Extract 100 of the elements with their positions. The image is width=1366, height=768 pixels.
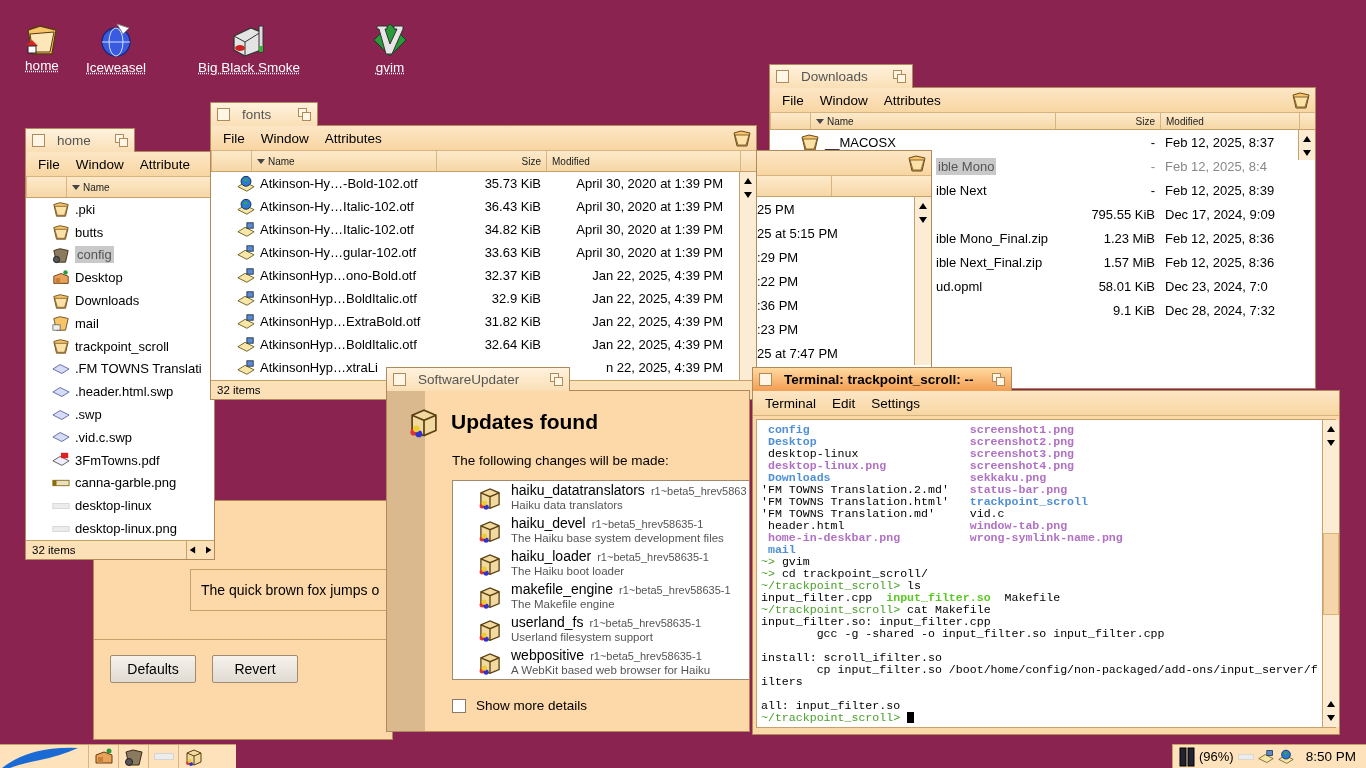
close-button[interactable] xyxy=(32,134,45,147)
modified-date: Dec 23, 2024, 7:0 xyxy=(1164,278,1269,294)
close-button[interactable] xyxy=(759,373,772,386)
menu-item[interactable]: Edit xyxy=(824,395,864,411)
scrollbar[interactable] xyxy=(1321,420,1339,727)
column-header[interactable]: Size xyxy=(436,151,546,171)
zoom-button[interactable] xyxy=(298,108,311,121)
column-header[interactable]: Size xyxy=(1055,113,1160,129)
desktop-icon-label[interactable]: Iceweasel xyxy=(86,60,147,75)
checkbox[interactable] xyxy=(452,698,466,713)
file-name[interactable]: Desktop xyxy=(75,270,123,286)
home-folder-icon[interactable] xyxy=(24,22,60,56)
zoom-button[interactable] xyxy=(550,373,563,386)
v-logo-icon[interactable] xyxy=(372,22,408,58)
window-tab[interactable]: SoftwareUpdater xyxy=(386,367,570,391)
menu-item[interactable]: File xyxy=(774,92,812,108)
file-name[interactable]: .swp xyxy=(75,407,102,423)
file-name[interactable]: ible Mono_Final.zip xyxy=(936,230,1048,246)
file-name[interactable]: AtkinsonHyp…BoldItalic.otf xyxy=(260,337,417,352)
window-tab[interactable]: home xyxy=(25,128,135,152)
modified-date: April 30, 2020 at 1:39 PM xyxy=(575,245,724,260)
desktop-icon-label[interactable]: gvim xyxy=(375,60,405,75)
desktop-icon-label[interactable]: home xyxy=(25,58,59,73)
package-name[interactable]: userland_fs r1~beta5_hrev58635-1 xyxy=(511,615,701,630)
file-name[interactable]: 3FmTowns.pdf xyxy=(75,452,160,468)
column-header[interactable]: Name xyxy=(251,151,436,171)
modified-date: Feb 12, 2025, 8:39 xyxy=(1164,182,1276,198)
menu-item[interactable]: File xyxy=(215,130,253,146)
file-name[interactable]: trackpoint_scroll xyxy=(75,338,169,354)
menu-item[interactable]: Attributes xyxy=(316,130,390,146)
scrollbar[interactable] xyxy=(739,172,756,380)
menu-item[interactable]: Window xyxy=(67,156,132,172)
menu-item[interactable]: Terminal xyxy=(757,395,824,411)
clock[interactable]: 8:50 PM xyxy=(1305,749,1356,764)
menu-item[interactable]: Window xyxy=(811,92,876,108)
scrollbar[interactable] xyxy=(914,197,931,365)
push-button[interactable]: Revert xyxy=(212,655,298,683)
file-name[interactable]: desktop-linux.png xyxy=(75,521,177,537)
file-name[interactable]: AtkinsonHyp…xtraLi xyxy=(260,360,378,375)
column-header[interactable]: Name xyxy=(810,113,1055,129)
menu-item[interactable]: File xyxy=(30,156,68,172)
file-name[interactable]: config xyxy=(75,246,114,264)
window-tab[interactable]: fonts xyxy=(210,102,318,126)
battery-icon xyxy=(1179,746,1195,767)
leaf-logo-icon[interactable] xyxy=(0,745,80,768)
file-name[interactable]: .vid.c.swp xyxy=(75,429,133,445)
file-name[interactable]: __MACOSX xyxy=(825,134,896,150)
close-button[interactable] xyxy=(393,373,406,386)
terminal-output: config screenshot1.png Desktop screenshot2.png desktop-linux screenshot3.png desktop-linux.png screenshot4.png Downloads sekkaku.png 'FM TOWNS Translation.2.md' status-bar.png 'FM TOWNS Translation.html' trackpoint_scroll 'FM TOWNS Translation.md' vid.c header.html window-tab.png home-in-deskbar.png wrong-symlink-name.png mail ~> gvim ~> cd trackpoint_scroll/ ~/trackpoint_scroll> ls input_filter.cpp input_filter.so Makefile ~/trackpoint_scroll> cat Makefile input_filter.so: input_filter.cpp gcc -g -shared -o input_filter.so input_filter.cpp install: scroll_ifilter.so cp input_filter.so /boot/home/config/non-packaged/add-ons/input_server/f ilters all: input_filter.so ~/trackpoint_scroll> xyxy=(760,422,1319,726)
dialog-subtitle: The following changes will be made: xyxy=(452,453,670,468)
column-header[interactable]: Modified xyxy=(1160,113,1299,129)
file-name[interactable]: Atkinson-Hy…Italic-102.otf xyxy=(260,222,414,237)
file-name[interactable]: .FM TOWNS Translati xyxy=(75,361,202,377)
desktop-icon-label[interactable]: Big Black Smoke xyxy=(198,60,301,75)
package-name[interactable]: haiku_devel r1~beta5_hrev58635-1 xyxy=(511,516,724,531)
menu-item[interactable]: Settings xyxy=(863,395,929,411)
file-name[interactable]: canna-garble.png xyxy=(75,475,177,491)
file-name[interactable]: .header.html.swp xyxy=(75,384,174,400)
checkbox-label[interactable]: Show more details xyxy=(476,698,588,713)
push-button[interactable]: Defaults xyxy=(110,655,196,683)
file-name[interactable]: AtkinsonHyp…BoldItalic.otf xyxy=(260,291,417,306)
modified-date: Feb 12, 2025, 8:36 xyxy=(1164,230,1276,246)
file-name[interactable]: Atkinson-Hy…Italic-102.otf xyxy=(260,199,414,214)
file-size: 35.73 KiB xyxy=(483,176,542,191)
file-name[interactable]: Atkinson-Hy…gular-102.otf xyxy=(260,245,417,260)
file-size: 32.64 KiB xyxy=(483,337,542,352)
globe-icon[interactable] xyxy=(99,22,133,58)
file-size: - xyxy=(1149,134,1156,150)
font-file-icon xyxy=(237,266,255,285)
zoom-button[interactable] xyxy=(992,373,1005,386)
file-name[interactable]: butts xyxy=(75,224,104,240)
file-name[interactable]: .pki xyxy=(75,201,96,217)
file-name[interactable]: ible Next_Final.zip xyxy=(936,254,1043,270)
menu-item[interactable]: Attribute xyxy=(131,156,199,172)
zoom-button[interactable] xyxy=(893,70,906,83)
close-button[interactable] xyxy=(217,108,230,121)
file-name[interactable]: AtkinsonHyp…ono-Bold.otf xyxy=(260,268,417,283)
file-name[interactable]: Atkinson-Hy…-Bold-102.otf xyxy=(260,176,418,191)
file-name[interactable]: Downloads xyxy=(75,293,140,309)
file-name[interactable]: desktop-linux xyxy=(75,498,152,514)
window-tab[interactable]: Terminal: trackpoint_scroll: -- xyxy=(752,367,1012,391)
column-header[interactable]: Modified xyxy=(546,151,740,171)
zoom-button[interactable] xyxy=(115,134,128,147)
file-name[interactable]: ud.opml xyxy=(936,278,983,294)
menu-item[interactable]: Attributes xyxy=(875,92,949,108)
file-name[interactable]: AtkinsonHyp…ExtraBold.otf xyxy=(260,314,421,329)
drive-icon[interactable] xyxy=(231,22,267,58)
close-button[interactable] xyxy=(776,70,789,83)
folder-icon xyxy=(1291,90,1311,110)
file-name[interactable]: ible Next xyxy=(936,182,987,198)
package-description: A WebKit based web browser for Haiku xyxy=(511,663,711,677)
package-name[interactable]: haiku_datatranslators r1~beta5_hrev5863 xyxy=(511,483,747,498)
package-name[interactable]: haiku_loader r1~beta5_hrev58635-1 xyxy=(511,549,709,564)
window-tab[interactable]: Downloads xyxy=(769,64,913,88)
menu-item[interactable]: Window xyxy=(252,130,317,146)
file-name[interactable]: mail xyxy=(75,315,99,331)
package-name[interactable]: makefile_engine r1~beta5_hrev58635-1 xyxy=(511,582,731,597)
modified-date: April 30, 2020 at 1:39 PM xyxy=(575,222,724,237)
package-name[interactable]: webpositive r1~beta5_hrev58635-1 xyxy=(511,648,711,663)
file-name[interactable]: ible Mono xyxy=(936,157,997,175)
